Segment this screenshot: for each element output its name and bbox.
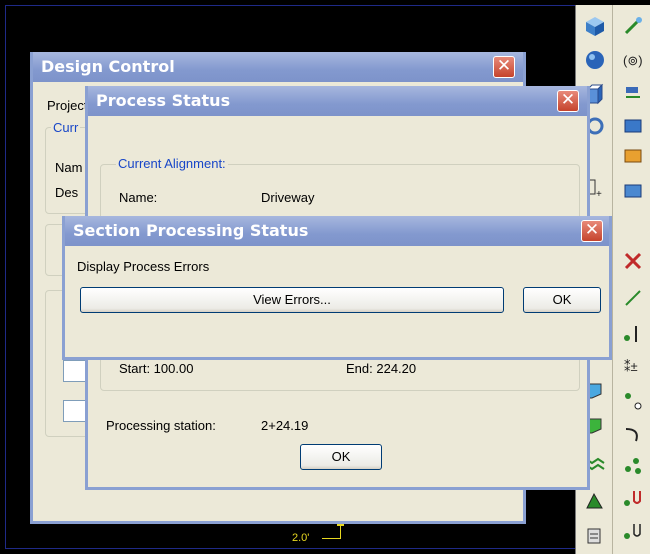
layers-icon[interactable] — [622, 180, 644, 202]
point-link-icon[interactable] — [622, 390, 644, 412]
section-processing-titlebar[interactable]: Section Processing Status — [65, 216, 609, 246]
section-ok-button[interactable]: OK — [523, 287, 601, 313]
view-errors-button[interactable]: View Errors... — [80, 287, 504, 313]
cube-icon[interactable] — [584, 15, 606, 37]
start-station: Start: 100.00 — [119, 361, 194, 376]
design-control-close-button[interactable]: ✕ — [493, 56, 515, 78]
line-tool-icon[interactable] — [622, 287, 644, 309]
vertical-move-icon[interactable] — [622, 323, 644, 345]
process-status-title: Process Status — [96, 91, 231, 110]
alignment-name-label: Name: — [119, 190, 158, 205]
sphere-icon[interactable] — [584, 49, 606, 71]
section-processing-close-button[interactable]: ✕ — [581, 220, 603, 242]
end-station: End: 224.20 — [346, 361, 417, 376]
tool-h-icon[interactable]: (⊚) — [622, 49, 644, 71]
curve-icon[interactable] — [622, 423, 644, 445]
section-ok-label: OK — [552, 292, 572, 307]
tool-j-icon[interactable] — [622, 115, 644, 137]
tool-g-icon[interactable] — [622, 15, 644, 37]
alignment-group-label: Current Alignment: — [116, 156, 228, 171]
tool-e-icon[interactable] — [584, 490, 606, 512]
processing-station-value: 2+24.19 — [261, 418, 309, 433]
description-label: Des — [55, 185, 79, 200]
dimension-text: 2.0' — [292, 532, 310, 544]
section-processing-title: Section Processing Status — [73, 221, 309, 240]
section-processing-window: Section Processing Status ✕ Display Proc… — [62, 216, 612, 360]
tool-i-icon[interactable] — [622, 83, 644, 105]
u-outline-icon[interactable] — [622, 520, 644, 542]
svg-text:⁑±: ⁑± — [624, 359, 638, 374]
name-label: Nam — [55, 160, 83, 175]
processing-station-label: Processing station: — [106, 418, 216, 433]
process-status-titlebar[interactable]: Process Status — [88, 86, 587, 116]
project-tab[interactable]: Project — [47, 98, 87, 113]
alignment-name-value: Driveway — [261, 190, 315, 205]
u-shape-icon[interactable] — [622, 487, 644, 509]
toolbar-divider — [612, 5, 613, 554]
process-status-close-button[interactable]: ✕ — [557, 90, 579, 112]
svg-text:(⊚): (⊚) — [623, 53, 643, 68]
point-stack-icon[interactable]: ⁑± — [622, 355, 644, 377]
svg-text:+: + — [596, 189, 602, 199]
process-status-ok-label: OK — [331, 449, 351, 464]
design-control-titlebar[interactable]: Design Control — [33, 52, 523, 82]
display-errors-label: Display Process Errors — [77, 259, 210, 274]
dimension-line — [322, 538, 340, 539]
node-icon[interactable] — [622, 455, 644, 477]
tool-f-icon[interactable] — [584, 525, 606, 547]
current-group-label: Curr — [51, 120, 81, 135]
process-status-ok-button[interactable]: OK — [300, 444, 382, 470]
view-errors-label: View Errors... — [253, 292, 331, 307]
pencil-icon[interactable] — [622, 145, 644, 167]
cross-tool-icon[interactable] — [622, 250, 644, 272]
design-control-title: Design Control — [41, 57, 175, 76]
